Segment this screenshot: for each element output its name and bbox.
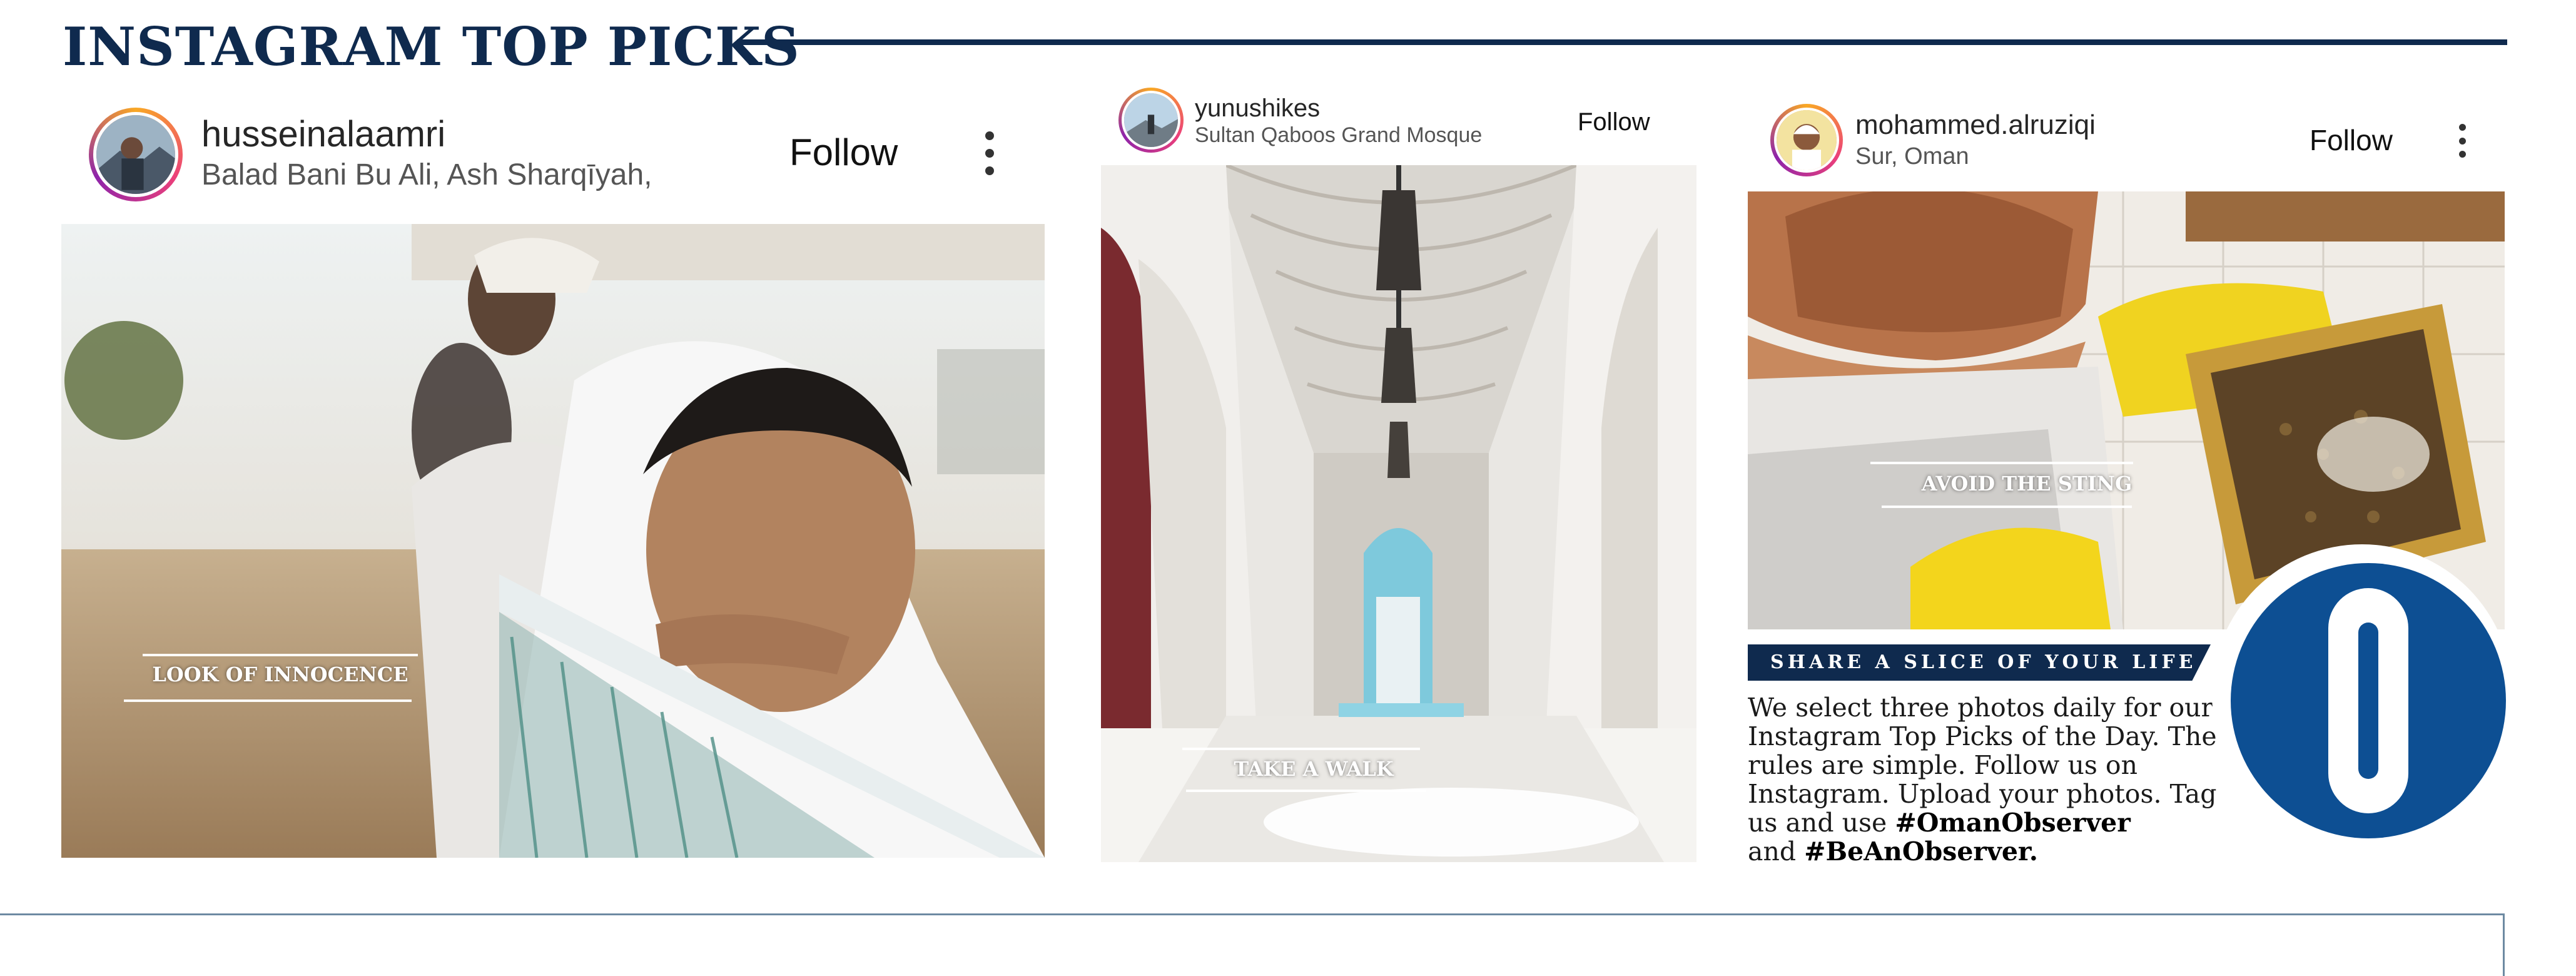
title-rule <box>737 39 2507 45</box>
photo-caption: TAKE A WALK <box>1234 757 1394 781</box>
caption-rule-top <box>1870 462 2133 464</box>
share-and: and <box>1748 836 1797 867</box>
caption-rule-bottom <box>1186 790 1426 792</box>
share-text: We select three photos daily for our Ins… <box>1748 693 2236 866</box>
caption-rule-bottom <box>1882 506 2132 508</box>
hashtag-beanobserver[interactable]: #BeAnObserver. <box>1804 836 2038 867</box>
caption-rule-bottom <box>124 699 412 702</box>
page-title: INSTAGRAM TOP PICKS <box>63 16 800 78</box>
follow-button[interactable]: Follow <box>789 130 898 175</box>
avatar[interactable] <box>1118 88 1184 153</box>
bottom-frame <box>0 913 2505 976</box>
post-location[interactable]: Sur, Oman <box>1855 141 1969 171</box>
post-username[interactable]: mohammed.alruziqi <box>1855 108 2096 143</box>
caption-rule-top <box>1182 748 1420 750</box>
share-banner: SHARE A SLICE OF YOUR LIFE <box>1748 644 2211 681</box>
hashtag-omanobserver[interactable]: #OmanObserver <box>1895 808 2131 838</box>
follow-button[interactable]: Follow <box>2310 123 2393 158</box>
avatar-image <box>1122 91 1180 150</box>
post-location[interactable]: Sultan Qaboos Grand Mosque <box>1195 121 1482 149</box>
avatar[interactable] <box>1770 104 1843 176</box>
more-options-icon[interactable] <box>2456 124 2468 158</box>
post-location[interactable]: Balad Bani Bu Ali, Ash Sharqīyah, <box>201 156 652 194</box>
caption-rule-top <box>143 654 418 656</box>
post-photo <box>61 224 1045 858</box>
avatar-image <box>1774 108 1839 173</box>
post-username[interactable]: yunushikes <box>1195 93 1320 124</box>
more-options-icon[interactable] <box>983 131 996 175</box>
follow-button[interactable]: Follow <box>1578 106 1650 138</box>
photo-caption: LOOK OF INNOCENCE <box>152 663 408 686</box>
avatar[interactable] <box>89 108 183 201</box>
avatar-image <box>93 112 178 197</box>
photo-caption: AVOID THE STING <box>1921 472 2132 496</box>
o-letter-counter <box>2358 623 2378 779</box>
post-username[interactable]: husseinalaamri <box>201 113 445 156</box>
